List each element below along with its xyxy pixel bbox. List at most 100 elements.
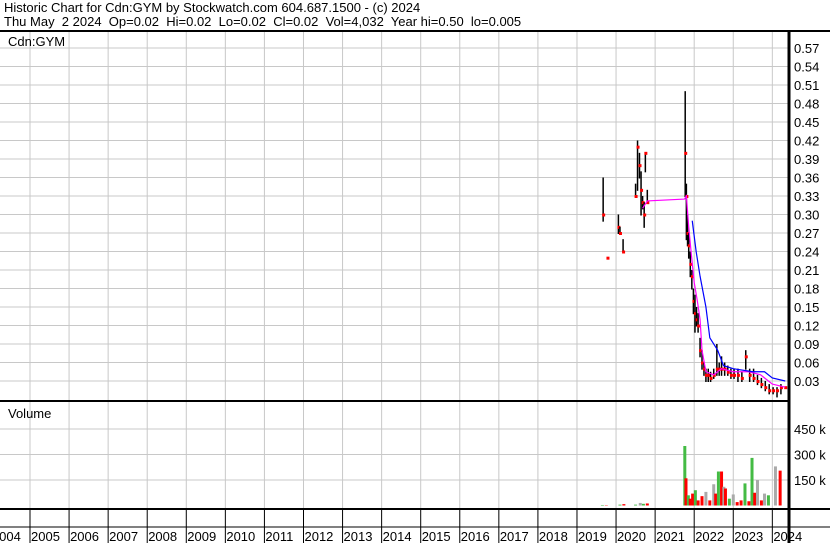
year-label: 2009	[187, 529, 216, 543]
close-marker	[638, 164, 642, 168]
price-tick-label: 0.24	[794, 245, 819, 260]
volume-bar	[731, 494, 735, 506]
price-tick-label: 0.03	[794, 374, 819, 389]
price-tick-label: 0.57	[794, 41, 819, 56]
volume-bar	[634, 504, 638, 506]
year-label: 2005	[31, 529, 60, 543]
close-marker	[622, 250, 626, 254]
price-panel-title: Cdn:GYM	[8, 34, 65, 49]
volume-bar	[704, 491, 708, 506]
volume-bar	[750, 457, 754, 506]
volume-bar	[739, 500, 743, 506]
price-tick-label: 0.48	[794, 97, 819, 112]
close-marker	[733, 373, 737, 377]
close-marker	[756, 380, 760, 383]
price-tick-label: 0.51	[794, 78, 819, 93]
price-tick-label: 0.09	[794, 337, 819, 352]
price-tick-label: 0.33	[794, 189, 819, 204]
volume-bar	[753, 492, 757, 506]
price-tick-label: 0.39	[794, 152, 819, 167]
close-marker	[776, 389, 780, 393]
price-tick-label: 0.42	[794, 134, 819, 149]
close-marker	[618, 232, 622, 235]
volume-bar	[716, 471, 720, 506]
volume-bar	[743, 483, 747, 506]
close-marker	[636, 145, 640, 149]
year-label: 2021	[656, 529, 685, 543]
close-marker	[740, 376, 744, 380]
close-marker	[709, 376, 713, 380]
close-marker	[606, 256, 610, 260]
close-marker	[634, 195, 638, 198]
volume-bar	[622, 504, 626, 506]
close-marker	[729, 373, 733, 377]
volume-tick-label: 300 k	[794, 448, 826, 463]
price-tick-label: 0.15	[794, 300, 819, 315]
close-marker	[748, 373, 752, 377]
volume-bar	[618, 504, 622, 506]
volume-bar	[778, 470, 782, 506]
close-marker	[764, 386, 768, 390]
year-label: 2022	[695, 529, 724, 543]
close-marker	[760, 383, 764, 387]
close-marker	[768, 389, 772, 393]
volume-tick-label: 150 k	[794, 473, 826, 488]
volume-bar	[735, 502, 739, 506]
price-tick-label: 0.30	[794, 208, 819, 223]
price-tick-label: 0.21	[794, 263, 819, 278]
year-label: 2016	[461, 529, 490, 543]
price-tick-label: 0.06	[794, 356, 819, 371]
close-marker	[602, 213, 606, 217]
long-moving-average-line	[691, 220, 786, 382]
close-marker	[772, 389, 776, 393]
close-marker	[707, 373, 711, 377]
year-label: 2010	[226, 529, 255, 543]
year-label: 2020	[617, 529, 646, 543]
year-label: 2011	[265, 529, 293, 543]
price-tick-label: 0.12	[794, 319, 819, 334]
volume-bar	[723, 488, 727, 506]
year-label: 2014	[383, 529, 412, 543]
volume-bar	[759, 500, 763, 506]
price-tick-label: 0.18	[794, 282, 819, 297]
close-marker	[644, 151, 648, 155]
close-marker	[697, 324, 701, 328]
price-tick-label: 0.36	[794, 171, 819, 186]
year-label: 2013	[344, 529, 373, 543]
price-tick-label: 0.27	[794, 226, 819, 241]
volume-bar	[700, 496, 704, 506]
volume-bar	[600, 504, 604, 506]
volume-panel-title: Volume	[8, 406, 51, 421]
volume-bar	[755, 480, 759, 506]
year-label: 2015	[422, 529, 451, 543]
volume-bar	[641, 503, 645, 506]
volume-bar	[691, 493, 695, 506]
volume-bar	[714, 493, 718, 506]
volume-bar	[773, 466, 777, 506]
year-label: 2012	[304, 529, 333, 543]
short-moving-average-line	[642, 194, 786, 388]
close-marker	[736, 373, 740, 377]
year-label: 2006	[70, 529, 99, 543]
close-marker	[643, 213, 647, 217]
volume-bar	[763, 493, 767, 506]
year-label: 2019	[578, 529, 607, 543]
volume-bar	[645, 503, 649, 506]
volume-bar	[696, 500, 700, 506]
year-label: 2004	[0, 529, 21, 543]
year-label: 2008	[148, 529, 177, 543]
close-marker	[684, 151, 688, 155]
volume-tick-label: 450 k	[794, 422, 826, 437]
price-volume-chart: 0.03 0.06 0.09 0.12 0.15 0.18 0.21 0.24 0.27 0.30…	[0, 30, 830, 543]
volume-bar	[708, 500, 712, 506]
year-label: 2024	[773, 529, 802, 543]
volume-bar	[638, 502, 642, 506]
volume-bar	[766, 495, 770, 506]
volume-bar	[747, 501, 751, 506]
volume-bar	[693, 490, 697, 506]
price-tick-label: 0.54	[794, 60, 819, 75]
price-tick-label: 0.45	[794, 115, 819, 130]
close-marker	[752, 376, 756, 380]
year-label: 2018	[539, 529, 568, 543]
volume-bar	[727, 498, 731, 506]
